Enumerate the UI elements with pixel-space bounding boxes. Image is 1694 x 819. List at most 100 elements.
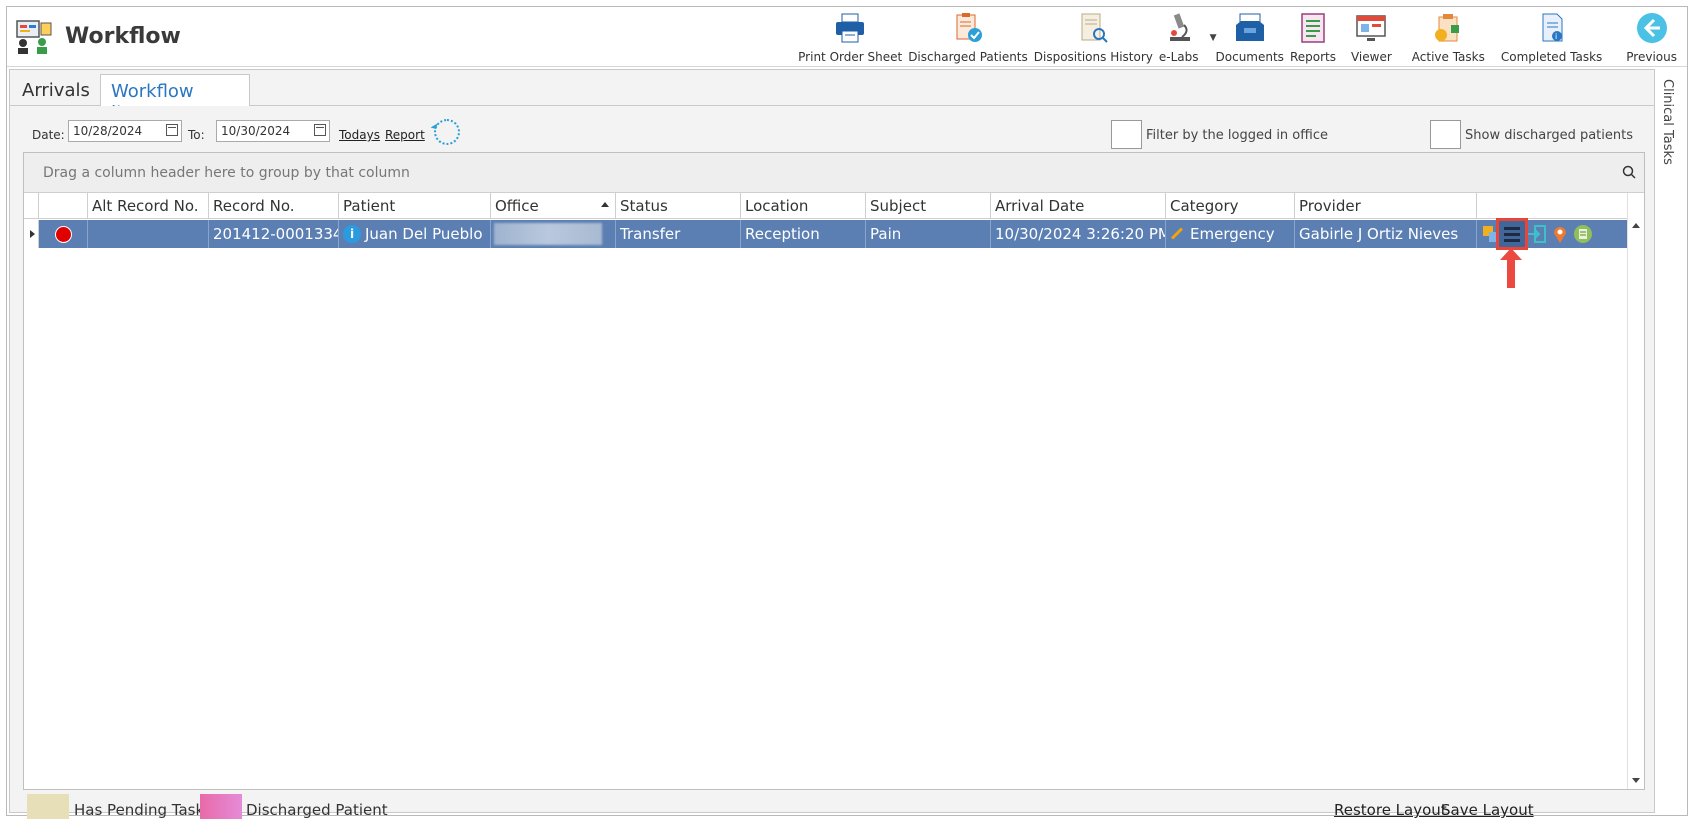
- printer-icon: [836, 13, 865, 43]
- cell-arrival-date: 10/30/2024 3:26:20 PM: [991, 220, 1166, 248]
- tab-strip: Arrivals Workflow Items: [10, 70, 1654, 123]
- previous-label: Previous: [1626, 50, 1677, 64]
- discharged-patients-button[interactable]: Discharged Patients: [905, 9, 1031, 67]
- column-header-office-label: Office: [495, 197, 539, 215]
- cell-provider: Gabirle J Ortiz Nieves: [1295, 220, 1477, 248]
- microscope-icon: [1169, 13, 1190, 41]
- completed-tasks-label: Completed Tasks: [1500, 50, 1603, 64]
- row-expand-indicator[interactable]: [24, 220, 39, 248]
- print-order-sheet-button[interactable]: Print Order Sheet: [795, 9, 905, 67]
- patient-name: Juan Del Pueblo: [365, 225, 483, 243]
- show-discharged-label: Show discharged patients: [1465, 128, 1633, 143]
- notes-icon[interactable]: [1573, 224, 1593, 244]
- row-menu-button[interactable]: [1496, 218, 1528, 250]
- column-header-indicator: [24, 193, 39, 219]
- e-labs-button[interactable]: e-Labs ▼: [1156, 9, 1217, 67]
- app-window: Workflow Print Order Sheet Discharged Pa…: [6, 6, 1688, 819]
- column-header-office[interactable]: Office: [491, 193, 616, 219]
- table-row[interactable]: 201412-0001334 i Juan Del Pueblo Transfer…: [24, 218, 1628, 288]
- inbox-tray-icon: [1235, 13, 1264, 41]
- refresh-icon[interactable]: [434, 119, 460, 145]
- cell-office: [491, 220, 616, 248]
- sign-in-icon[interactable]: [1527, 224, 1547, 244]
- print-order-sheet-label: Print Order Sheet: [798, 50, 903, 64]
- date-from-value: 10/28/2024: [73, 124, 143, 138]
- date-from-field[interactable]: 10/28/2024: [68, 120, 182, 142]
- pencil-icon: [1170, 227, 1184, 240]
- workflow-app-icon: [16, 20, 52, 54]
- main-toolbar: Print Order Sheet Discharged Patients Di…: [795, 9, 1681, 67]
- column-header-row: Alt Record No. Record No. Patient Office…: [24, 193, 1628, 219]
- column-header-category[interactable]: Category: [1166, 193, 1295, 219]
- back-arrow-icon: [1636, 13, 1667, 43]
- viewer-button[interactable]: Viewer: [1339, 9, 1404, 67]
- column-header-subject[interactable]: Subject: [866, 193, 991, 219]
- active-tasks-button[interactable]: Active Tasks: [1404, 9, 1493, 67]
- previous-button[interactable]: Previous: [1610, 9, 1681, 67]
- date-to-field[interactable]: 10/30/2024: [216, 120, 330, 142]
- monitor-icon: [1356, 15, 1387, 41]
- dispositions-history-button[interactable]: Dispositions History: [1031, 9, 1156, 67]
- active-tasks-label: Active Tasks: [1411, 50, 1485, 64]
- scroll-up-icon[interactable]: [1632, 223, 1640, 228]
- office-redacted: [494, 223, 602, 245]
- cell-flag: [39, 220, 88, 248]
- column-header-status[interactable]: Status: [616, 193, 741, 219]
- completed-tasks-icon: i: [1542, 13, 1563, 42]
- cell-subject: Pain: [866, 220, 991, 248]
- tab-arrivals[interactable]: Arrivals: [12, 74, 100, 106]
- column-header-patient[interactable]: Patient: [339, 193, 491, 219]
- group-hint: Drag a column header here to group by th…: [43, 165, 410, 181]
- active-tasks-icon: [1435, 14, 1460, 42]
- show-discharged-checkbox[interactable]: [1430, 120, 1461, 149]
- filter-bar: Date: 10/28/2024 To: 10/30/2024 Todays R…: [10, 106, 1654, 152]
- calendar-icon[interactable]: [314, 124, 326, 136]
- workflow-grid: Drag a column header here to group by th…: [23, 152, 1645, 790]
- to-label: To:: [188, 128, 205, 142]
- reports-label: Reports: [1289, 50, 1336, 64]
- reports-button[interactable]: Reports: [1287, 9, 1339, 67]
- cell-patient: i Juan Del Pueblo: [339, 220, 491, 248]
- filter-office-label: Filter by the logged in office: [1146, 128, 1328, 143]
- column-header-location[interactable]: Location: [741, 193, 866, 219]
- e-labs-label: e-Labs: [1158, 50, 1199, 64]
- discharged-patient-swatch: [200, 794, 242, 819]
- menu-line: [1504, 233, 1520, 236]
- column-header-provider[interactable]: Provider: [1295, 193, 1477, 219]
- search-icon[interactable]: [1622, 165, 1636, 179]
- date-to-value: 10/30/2024: [221, 124, 291, 138]
- vertical-scrollbar[interactable]: [1627, 193, 1644, 789]
- patient-info-icon[interactable]: i: [343, 225, 361, 243]
- column-header-flag[interactable]: [39, 193, 88, 219]
- report-icon: [1301, 13, 1325, 43]
- sort-ascending-icon: [601, 202, 609, 207]
- filter-office-checkbox[interactable]: [1111, 120, 1142, 149]
- annotation-arrow-shaft: [1507, 258, 1515, 288]
- category-value: Emergency: [1190, 225, 1275, 243]
- report-link[interactable]: Report: [385, 128, 425, 142]
- app-header: Workflow Print Order Sheet Discharged Pa…: [7, 7, 1687, 67]
- todays-link[interactable]: Todays: [339, 128, 380, 142]
- clinical-tasks-side-tab[interactable]: Clinical Tasks: [1658, 69, 1686, 813]
- documents-button[interactable]: Documents: [1213, 9, 1287, 67]
- tab-workflow-items[interactable]: Workflow Items: [100, 74, 250, 123]
- urgent-status-icon: [55, 226, 72, 243]
- location-pin-icon[interactable]: [1550, 224, 1570, 244]
- column-header-actions: [1477, 193, 1628, 219]
- pending-tasks-label: Has Pending Tasks: [74, 801, 212, 819]
- column-header-arrival-date[interactable]: Arrival Date: [991, 193, 1166, 219]
- calendar-icon[interactable]: [166, 124, 178, 136]
- cell-status: Transfer: [616, 220, 741, 248]
- legend-bar: Has Pending Tasks Discharged Patient Res…: [10, 790, 1654, 819]
- column-header-alt-record-no[interactable]: Alt Record No.: [88, 193, 209, 219]
- app-title: Workflow: [65, 24, 181, 49]
- dispositions-history-label: Dispositions History: [1033, 50, 1153, 64]
- scroll-down-icon[interactable]: [1632, 778, 1640, 783]
- column-header-record-no[interactable]: Record No.: [209, 193, 339, 219]
- menu-line: [1504, 227, 1520, 230]
- discharged-patients-label: Discharged Patients: [908, 50, 1028, 64]
- save-layout-link[interactable]: Save Layout: [1441, 801, 1534, 819]
- group-by-panel[interactable]: Drag a column header here to group by th…: [24, 153, 1644, 193]
- completed-tasks-button[interactable]: i Completed Tasks: [1493, 9, 1610, 67]
- restore-layout-link[interactable]: Restore Layout: [1334, 801, 1447, 819]
